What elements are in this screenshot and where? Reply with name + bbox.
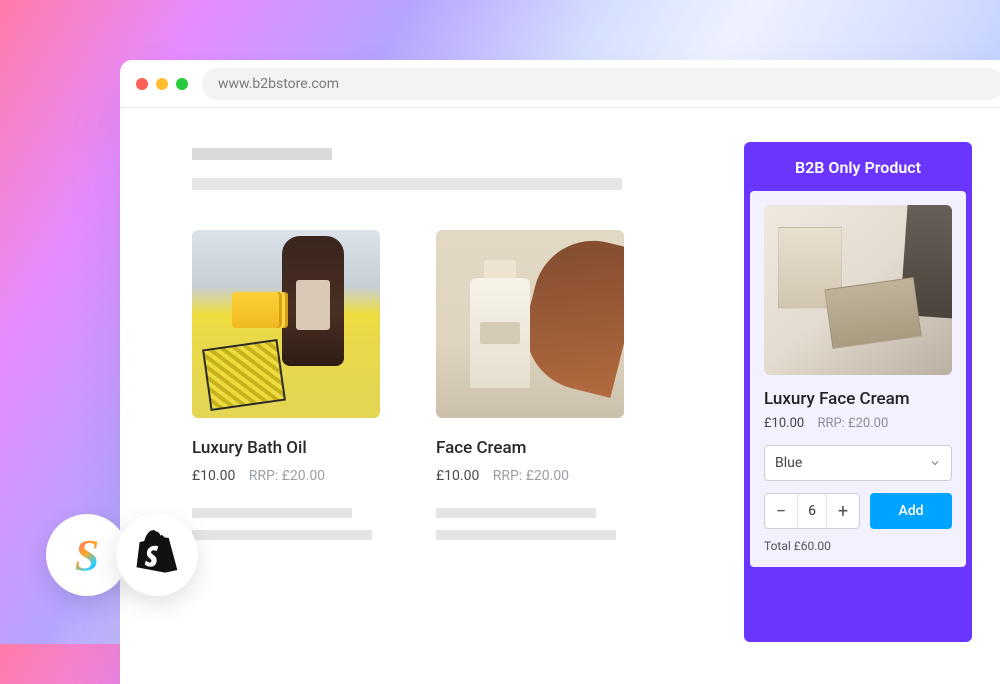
address-bar-text: www.b2bstore.com [218,76,339,92]
product-title: Face Cream [436,438,624,458]
integration-logos: S [46,514,198,596]
variant-select[interactable]: Blue [764,445,952,481]
decrement-button[interactable]: − [765,494,797,528]
panel-body: Luxury Face Cream £10.00 RRP: £20.00 Blu… [750,191,966,567]
product-title: Luxury Face Cream [764,389,952,409]
panel-header: B2B Only Product [750,148,966,191]
product-price: £10.00 RRP: £20.00 [764,416,952,431]
rrp-value: RRP: £20.00 [817,416,888,431]
sparklayer-icon: S [75,530,99,581]
shopify-logo-badge [116,514,198,596]
browser-chrome: www.b2bstore.com [120,60,1000,108]
quantity-value[interactable]: 6 [797,494,827,528]
placeholder-bar [192,148,332,160]
rrp-value: RRP: £20.00 [249,468,325,484]
window-controls [136,78,188,90]
quantity-row: − 6 + Add [764,493,952,529]
fullscreen-window-button[interactable] [176,78,188,90]
page-content: Luxury Bath Oil £10.00 RRP: £20.00 Face … [120,108,1000,684]
placeholder-bar [192,530,372,540]
price-value: £10.00 [192,468,235,484]
add-button-label: Add [898,503,923,519]
variant-selected-label: Blue [775,455,802,471]
placeholder-bar [436,530,616,540]
product-card[interactable]: Face Cream £10.00 RRP: £20.00 [436,230,624,540]
placeholder-bar [436,508,596,518]
placeholder-bar [192,508,352,518]
product-grid: Luxury Bath Oil £10.00 RRP: £20.00 Face … [192,230,716,540]
add-button[interactable]: Add [870,493,952,529]
product-image [764,205,952,375]
product-price: £10.00 RRP: £20.00 [192,468,380,484]
minimize-window-button[interactable] [156,78,168,90]
browser-window: www.b2bstore.com Luxury Bath Oil £10.00 … [120,60,1000,684]
chevron-down-icon [929,457,941,469]
product-title: Luxury Bath Oil [192,438,380,458]
product-card[interactable]: Luxury Bath Oil £10.00 RRP: £20.00 [192,230,380,540]
product-image [436,230,624,418]
catalog-area: Luxury Bath Oil £10.00 RRP: £20.00 Face … [192,148,716,684]
price-value: £10.00 [764,416,804,431]
total-line: Total £60.00 [764,539,952,553]
address-bar[interactable]: www.b2bstore.com [202,68,1000,100]
b2b-product-panel: B2B Only Product Luxury Face Cream £10.0… [744,142,972,642]
shopify-icon [136,530,178,580]
quantity-stepper: − 6 + [764,493,860,529]
product-price: £10.00 RRP: £20.00 [436,468,624,484]
placeholder-bar [192,178,622,190]
rrp-value: RRP: £20.00 [493,468,569,484]
product-image [192,230,380,418]
close-window-button[interactable] [136,78,148,90]
increment-button[interactable]: + [827,494,859,528]
price-value: £10.00 [436,468,479,484]
